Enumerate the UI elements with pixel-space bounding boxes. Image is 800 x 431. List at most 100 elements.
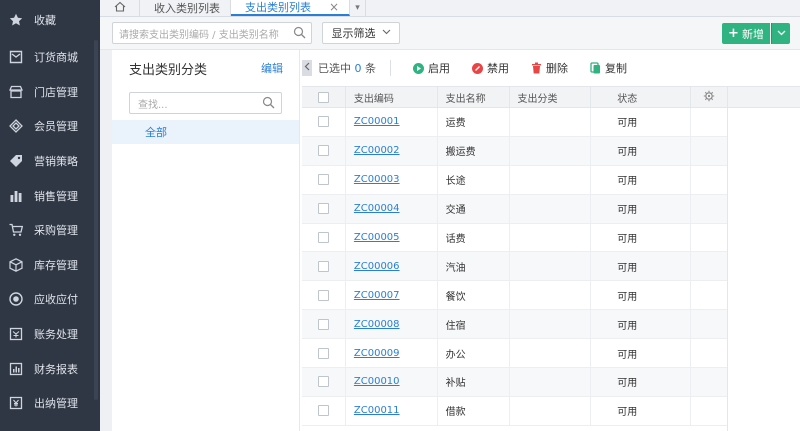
table-row[interactable]: ZC00001 运费 可用 bbox=[302, 108, 727, 137]
divider bbox=[390, 60, 391, 76]
sidebar-item-2[interactable]: 门店管理 bbox=[0, 75, 100, 110]
row-checkbox[interactable] bbox=[317, 203, 329, 215]
edit-categories-link[interactable]: 编辑 bbox=[261, 60, 283, 76]
search-icon[interactable] bbox=[262, 96, 275, 112]
sidebar-item-5[interactable]: 销售管理 bbox=[0, 178, 100, 213]
table-row[interactable]: ZC00011 借款 可用 bbox=[302, 396, 727, 426]
tab-income-categories[interactable]: 收入类别列表 bbox=[140, 0, 231, 16]
row-checkbox[interactable] bbox=[317, 289, 329, 301]
chevron-down-icon: ▾ bbox=[355, 3, 360, 13]
row-checkbox[interactable] bbox=[317, 347, 329, 359]
delete-button[interactable]: 删除 bbox=[531, 60, 568, 76]
toolbar: 请搜索支出类别编码 / 支出类别名称 显示筛选 + 新增 bbox=[100, 17, 800, 50]
sidebar-item-10[interactable]: 财务报表 bbox=[0, 351, 100, 386]
row-checkbox[interactable] bbox=[317, 116, 329, 128]
column-header-category[interactable]: 支出分类 bbox=[510, 87, 592, 107]
code-link[interactable]: ZC00003 bbox=[354, 174, 400, 185]
tag-icon bbox=[2, 154, 30, 168]
table-row[interactable]: ZC00007 餐饮 可用 bbox=[302, 281, 727, 311]
row-checkbox[interactable] bbox=[317, 260, 329, 272]
row-checkbox[interactable] bbox=[317, 174, 329, 186]
column-header-status[interactable]: 状态 bbox=[591, 87, 692, 107]
table-row[interactable]: ZC00009 办公 可用 bbox=[302, 339, 727, 369]
show-filter-button[interactable]: 显示筛选 bbox=[322, 22, 400, 44]
table-row[interactable]: ZC00008 住宿 可用 bbox=[302, 310, 727, 340]
code-link[interactable]: ZC00002 bbox=[354, 145, 400, 156]
name-cell: 住宿 bbox=[438, 310, 510, 339]
table-row[interactable]: ZC00002 搬运费 可用 bbox=[302, 136, 727, 166]
tab-more-button[interactable]: ▾ bbox=[350, 0, 367, 16]
copy-button[interactable]: 复制 bbox=[590, 60, 627, 76]
disable-icon bbox=[472, 62, 483, 74]
row-checkbox[interactable] bbox=[317, 376, 329, 388]
copy-label: 复制 bbox=[605, 62, 627, 75]
row-select-cell bbox=[302, 108, 346, 136]
category-node-label: 全部 bbox=[145, 126, 167, 139]
code-link[interactable]: ZC00010 bbox=[354, 376, 400, 387]
code-link[interactable]: ZC00011 bbox=[354, 405, 400, 416]
new-button[interactable]: + 新增 bbox=[722, 23, 770, 44]
sidebar-item-1[interactable]: 订货商城 bbox=[0, 40, 100, 75]
status-cell: 可用 bbox=[591, 252, 692, 281]
name-cell: 办公 bbox=[438, 339, 510, 368]
home-icon bbox=[114, 1, 126, 15]
sidebar-item-8[interactable]: 应收应付 bbox=[0, 282, 100, 317]
sidebar-item-9[interactable]: 账务处理 bbox=[0, 317, 100, 352]
sidebar-item-4[interactable]: 营销策略 bbox=[0, 144, 100, 179]
disable-button[interactable]: 禁用 bbox=[472, 60, 509, 76]
sidebar-item-11[interactable]: 出纳管理 bbox=[0, 386, 100, 421]
code-link[interactable]: ZC00004 bbox=[354, 203, 400, 214]
row-checkbox[interactable] bbox=[317, 405, 329, 417]
row-checkbox[interactable] bbox=[317, 232, 329, 243]
search-input[interactable]: 请搜索支出类别编码 / 支出类别名称 bbox=[112, 22, 312, 44]
code-link[interactable]: ZC00001 bbox=[354, 116, 400, 127]
code-cell: ZC00010 bbox=[346, 368, 438, 396]
code-link[interactable]: ZC00009 bbox=[354, 348, 400, 359]
category-node-all[interactable]: 全部 bbox=[112, 120, 299, 144]
category-search-input[interactable]: 查找... bbox=[129, 92, 282, 114]
sidebar-item-6[interactable]: 采购管理 bbox=[0, 213, 100, 248]
sidebar-item-7[interactable]: 库存管理 bbox=[0, 248, 100, 283]
column-header-code[interactable]: 支出编码 bbox=[346, 87, 438, 107]
name-cell: 补贴 bbox=[438, 368, 510, 396]
row-filler-cell bbox=[691, 166, 727, 194]
sidebar-item-label: 门店管理 bbox=[34, 85, 78, 99]
enable-button[interactable]: 启用 bbox=[413, 60, 450, 76]
home-tab[interactable] bbox=[100, 0, 140, 16]
table-row[interactable]: ZC00010 补贴 可用 bbox=[302, 368, 727, 397]
sidebar-scrollbar[interactable] bbox=[94, 40, 98, 400]
tab-expense-categories[interactable]: 支出类别列表 × bbox=[231, 0, 351, 16]
sidebar-item-3[interactable]: 会员管理 bbox=[0, 109, 100, 144]
search-icon[interactable] bbox=[293, 26, 306, 42]
status-cell: 可用 bbox=[591, 396, 692, 425]
table-row[interactable]: ZC00004 交通 可用 bbox=[302, 194, 727, 224]
category-cell bbox=[510, 252, 592, 281]
row-select-cell bbox=[302, 252, 346, 281]
code-link[interactable]: ZC00007 bbox=[354, 290, 400, 301]
select-all-checkbox[interactable] bbox=[317, 91, 329, 103]
category-panel-title: 支出类别分类 bbox=[129, 62, 208, 78]
new-dropdown-button[interactable] bbox=[771, 23, 790, 44]
code-link[interactable]: ZC00006 bbox=[354, 261, 400, 272]
row-select-cell bbox=[302, 165, 346, 194]
row-checkbox[interactable] bbox=[317, 145, 329, 157]
category-cell bbox=[510, 310, 592, 339]
code-link[interactable]: ZC00008 bbox=[354, 319, 400, 330]
code-link[interactable]: ZC00005 bbox=[354, 232, 400, 243]
column-settings-button[interactable] bbox=[691, 87, 727, 107]
table-row[interactable]: ZC00003 长途 可用 bbox=[302, 165, 727, 195]
table-row[interactable]: ZC00005 话费 可用 bbox=[302, 223, 727, 253]
row-checkbox[interactable] bbox=[317, 318, 329, 330]
close-icon[interactable]: × bbox=[329, 0, 339, 14]
collapse-panel-button[interactable] bbox=[302, 60, 312, 76]
category-cell bbox=[510, 339, 592, 368]
table-row[interactable]: ZC00006 汽油 可用 bbox=[302, 252, 727, 282]
name-cell: 搬运费 bbox=[438, 136, 510, 165]
selection-prefix: 已选中 bbox=[318, 62, 351, 75]
copy-icon bbox=[590, 62, 601, 74]
expense-category-table: 支出编码 支出名称 支出分类 状态 ZC00001 运费 可用 ZC00002 搬运费可… bbox=[302, 86, 728, 431]
column-header-name[interactable]: 支出名称 bbox=[438, 87, 510, 107]
sidebar-item-0[interactable]: 收藏 bbox=[0, 0, 100, 40]
chevron-down-icon bbox=[777, 29, 786, 39]
enable-label: 启用 bbox=[428, 62, 450, 75]
